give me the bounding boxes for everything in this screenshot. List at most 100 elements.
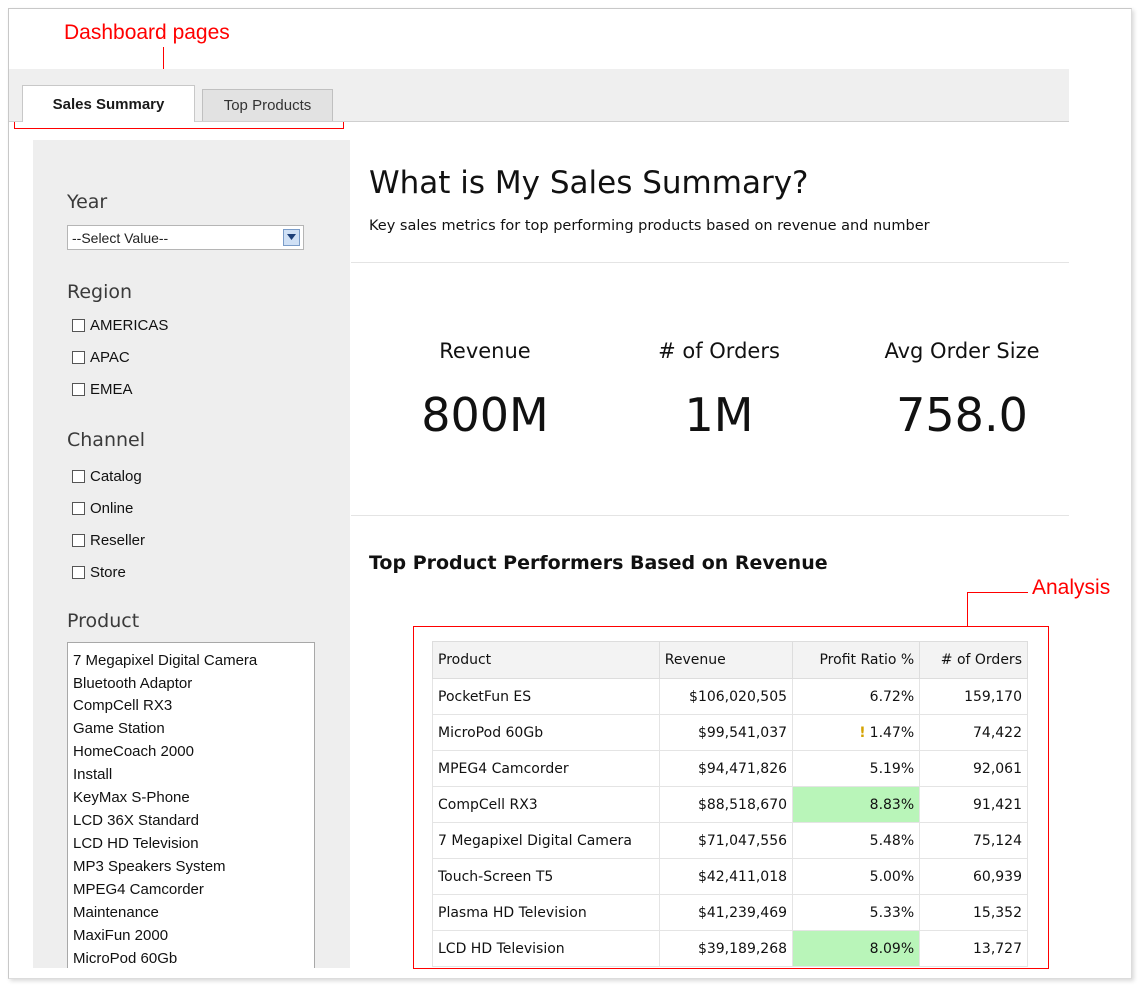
list-item[interactable]: MicroPod 60Gb — [73, 949, 177, 968]
year-filter-title: Year — [67, 191, 108, 213]
cell-profit-ratio-text: 5.19% — [869, 760, 915, 777]
cell-revenue-text: $42,411,018 — [697, 868, 788, 885]
cell-revenue-text: $71,047,556 — [697, 832, 788, 849]
column-header-product[interactable]: Product — [432, 641, 660, 679]
cell-profit-ratio: ! 1.47% — [792, 714, 921, 751]
channel-option-reseller[interactable]: Reseller — [72, 529, 145, 551]
cell-orders-text: 13,727 — [973, 940, 1022, 957]
list-item[interactable]: 7 Megapixel Digital Camera — [73, 651, 257, 670]
list-item[interactable]: LCD 36X Standard — [73, 811, 199, 830]
channel-option-online[interactable]: Online — [72, 497, 133, 519]
cell-orders: 159,170 — [919, 678, 1028, 715]
table-row[interactable]: Plasma HD Television $41,239,469 5.33% 15,3… — [432, 894, 1028, 931]
cell-profit-ratio: 8.83% — [792, 786, 921, 823]
table-row[interactable]: Touch-Screen T5 $42,411,018 5.00% 60,939 — [432, 858, 1028, 895]
cell-product: LCD HD Television — [432, 930, 660, 967]
cell-product-text: PocketFun ES — [438, 688, 532, 705]
cell-revenue: $71,047,556 — [658, 822, 794, 859]
cell-product: MPEG4 Camcorder — [432, 750, 660, 787]
cell-product-text: MPEG4 Camcorder — [438, 760, 569, 777]
cell-revenue: $99,541,037 — [658, 714, 794, 751]
checkbox[interactable] — [72, 501, 85, 515]
region-filter-title: Region — [67, 281, 133, 303]
kpi-revenue-value: 800M — [421, 388, 549, 442]
table-row[interactable]: PocketFun ES $106,020,505 6.72% 159,170 — [432, 678, 1028, 715]
list-item[interactable]: HomeCoach 2000 — [73, 742, 194, 761]
cell-revenue-text: $88,518,670 — [697, 796, 788, 813]
product-listbox[interactable]: 7 Megapixel Digital Camera Bluetooth Ada… — [67, 642, 315, 968]
list-item[interactable]: MP3 Speakers System — [73, 857, 226, 876]
kpi-revenue-label: Revenue — [439, 339, 531, 363]
table-header-row: Product Revenue Profit Ratio % # of Orde… — [432, 641, 1028, 679]
list-item[interactable]: Install — [73, 765, 112, 784]
table-row[interactable]: MicroPod 60Gb $99,541,037! 1.47% 74,422 — [432, 714, 1028, 751]
checkbox-label: Catalog — [90, 467, 142, 485]
list-item[interactable]: Game Station — [73, 719, 165, 738]
channel-option-store[interactable]: Store — [72, 561, 126, 583]
cell-product-text: LCD HD Television — [438, 940, 565, 957]
table-row[interactable]: CompCell RX3 $88,518,670 8.83% 91,421 — [432, 786, 1028, 823]
tab-top-products[interactable]: Top Products — [202, 89, 333, 121]
product-filter-title: Product — [67, 610, 140, 632]
list-item[interactable]: MPEG4 Camcorder — [73, 880, 204, 899]
channel-option-catalog[interactable]: Catalog — [72, 465, 142, 487]
page-title: What is My Sales Summary? — [369, 165, 809, 201]
cell-revenue: $94,471,826 — [658, 750, 794, 787]
table-row[interactable]: LCD HD Television $39,189,268 8.09% 13,727 — [432, 930, 1028, 967]
cell-product-text: CompCell RX3 — [438, 796, 538, 813]
column-header-orders[interactable]: # of Orders — [919, 641, 1028, 679]
tab-sales-summary[interactable]: Sales Summary — [22, 85, 195, 122]
list-item[interactable]: KeyMax S-Phone — [73, 788, 190, 807]
checkbox[interactable] — [72, 533, 85, 547]
cell-revenue-text: $106,020,505 — [689, 688, 788, 705]
checkbox[interactable] — [72, 469, 85, 483]
cell-orders-text: 92,061 — [973, 760, 1022, 777]
cell-profit-ratio: 5.00% — [792, 858, 921, 895]
checkbox-label: Reseller — [90, 531, 146, 549]
annotation-leader-line — [967, 592, 1028, 593]
cell-orders: 75,124 — [919, 822, 1028, 859]
cell-orders-text: 15,352 — [973, 904, 1022, 921]
chevron-down-icon[interactable] — [283, 229, 300, 246]
kpi-orders-label: # of Orders — [658, 339, 780, 363]
checkbox[interactable] — [72, 565, 85, 579]
year-select[interactable]: --Select Value-- — [67, 225, 304, 250]
cell-product: Touch-Screen T5 — [432, 858, 660, 895]
list-item[interactable]: MaxiFun 2000 — [73, 926, 168, 945]
list-item[interactable]: LCD HD Television — [73, 834, 199, 853]
checkbox-label: APAC — [90, 348, 130, 366]
list-item[interactable]: CompCell RX3 — [73, 696, 172, 715]
region-option-emea[interactable]: EMEA — [72, 378, 133, 400]
cell-product: CompCell RX3 — [432, 786, 660, 823]
checkbox[interactable] — [72, 382, 85, 396]
list-item[interactable]: Maintenance — [73, 903, 159, 922]
cell-profit-ratio-text: 5.00% — [869, 868, 915, 885]
checkbox[interactable] — [72, 318, 85, 332]
cell-product: MicroPod 60Gb — [432, 714, 660, 751]
section-heading: Top Product Performers Based on Revenue — [369, 552, 828, 574]
table-row[interactable]: MPEG4 Camcorder $94,471,826 5.19% 92,061 — [432, 750, 1028, 787]
list-item[interactable]: Bluetooth Adaptor — [73, 674, 192, 693]
cell-revenue: $106,020,505 — [658, 678, 794, 715]
table-row[interactable]: 7 Megapixel Digital Camera $71,047,556 5.4… — [432, 822, 1028, 859]
checkbox[interactable] — [72, 350, 85, 364]
cell-profit-ratio-text: 5.48% — [869, 832, 915, 849]
warning-icon: ! — [859, 724, 866, 741]
cell-product-text: 7 Megapixel Digital Camera — [438, 832, 632, 849]
cell-revenue: $88,518,670 — [658, 786, 794, 823]
cell-profit-ratio: 5.48% — [792, 822, 921, 859]
cell-profit-ratio: 5.19% — [792, 750, 921, 787]
region-option-apac[interactable]: APAC — [72, 346, 130, 368]
cell-revenue: $42,411,018 — [658, 858, 794, 895]
cell-revenue-text: $41,239,469 — [697, 904, 788, 921]
cell-revenue: $41,239,469 — [658, 894, 794, 931]
cell-orders-text: 159,170 — [964, 688, 1022, 705]
top-products-table: Product Revenue Profit Ratio % # of Orde… — [432, 641, 1028, 967]
cell-revenue-text: $94,471,826 — [697, 760, 788, 777]
region-option-americas[interactable]: AMERICAS — [72, 314, 168, 336]
kpi-avg-order-value: 758.0 — [896, 388, 1028, 442]
cell-revenue-text: $39,189,268 — [697, 940, 788, 957]
column-header-profit-ratio[interactable]: Profit Ratio % — [792, 641, 921, 679]
cell-product: 7 Megapixel Digital Camera — [432, 822, 660, 859]
column-header-revenue[interactable]: Revenue — [658, 641, 794, 679]
